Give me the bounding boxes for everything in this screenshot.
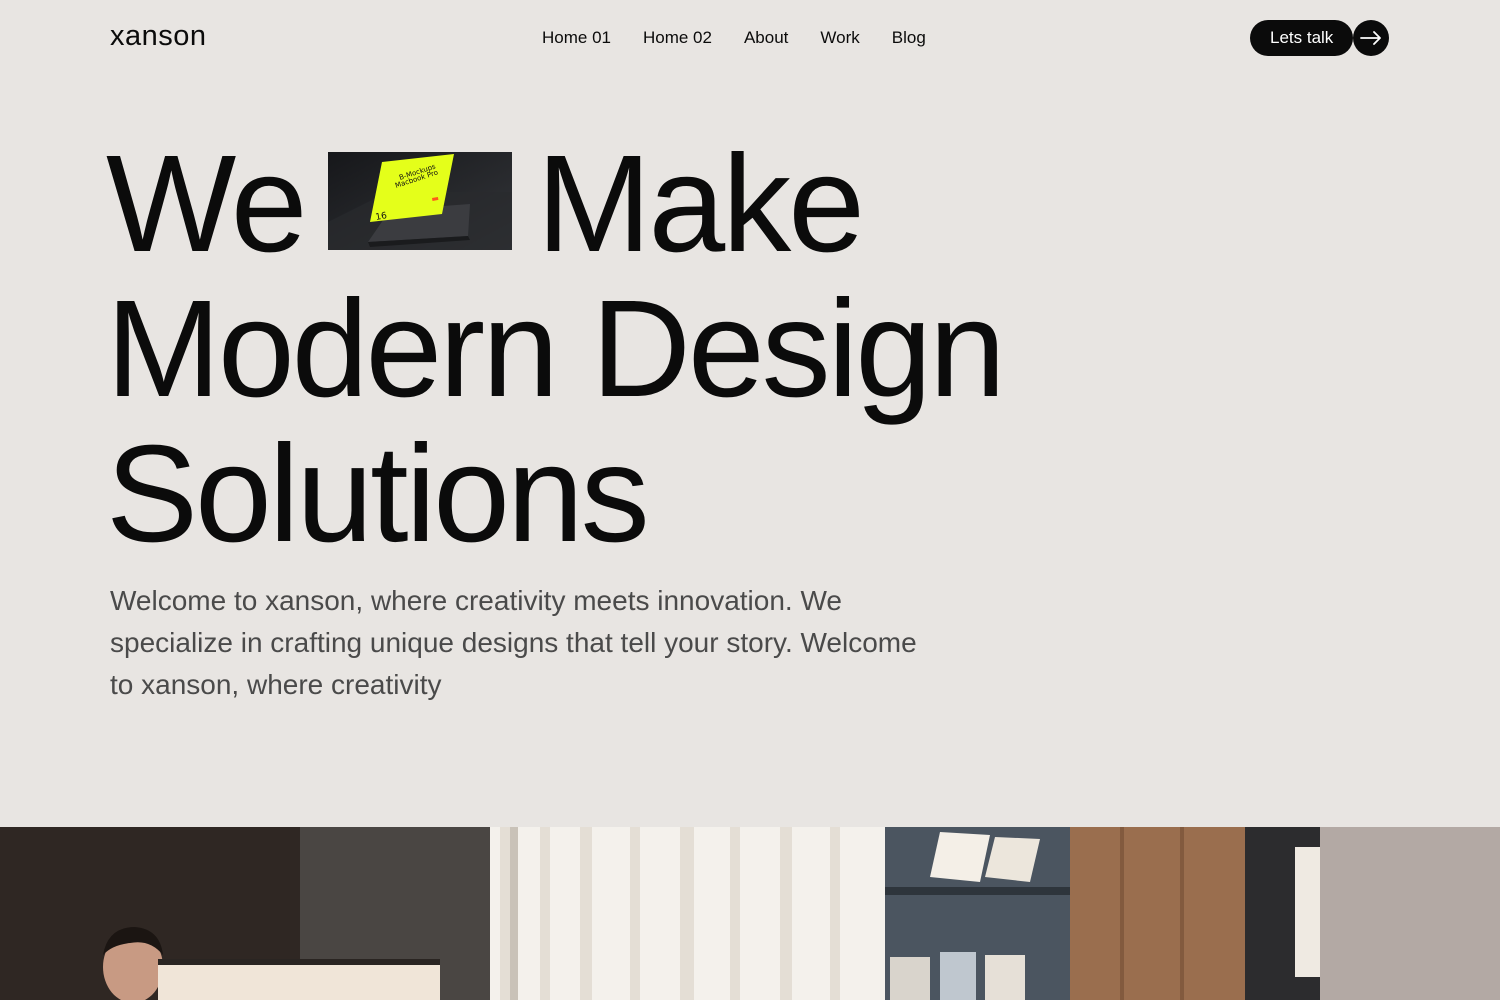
hero-title-line2: Modern Design [106,272,1006,426]
logo[interactable]: xanson [110,20,207,53]
main-nav: Home 01 Home 02 About Work Blog [542,28,926,48]
hero-word-we: We [106,127,308,281]
arrow-right-icon[interactable] [1353,20,1390,56]
lets-talk-button[interactable]: Lets talk [1250,20,1354,56]
hero-title-line3: Solutions [106,417,650,571]
hero-word-make: Make [536,127,865,281]
nav-home-02[interactable]: Home 02 [643,28,712,48]
lets-talk-cta: Lets talk [1250,20,1390,56]
site-header: xanson Home 01 Home 02 About Work Blog L… [0,0,1500,76]
studio-photo [0,827,1500,1000]
nav-about[interactable]: About [744,28,788,48]
nav-work[interactable]: Work [820,28,859,48]
hero-intro-text: Welcome to xanson, where creativity meet… [110,585,917,700]
nav-home-01[interactable]: Home 01 [542,28,611,48]
mockup-number: 16 [375,211,388,223]
laptop-mockup-image: B-Mockups Macbook Pro 16 [328,152,512,250]
nav-blog[interactable]: Blog [892,28,926,48]
